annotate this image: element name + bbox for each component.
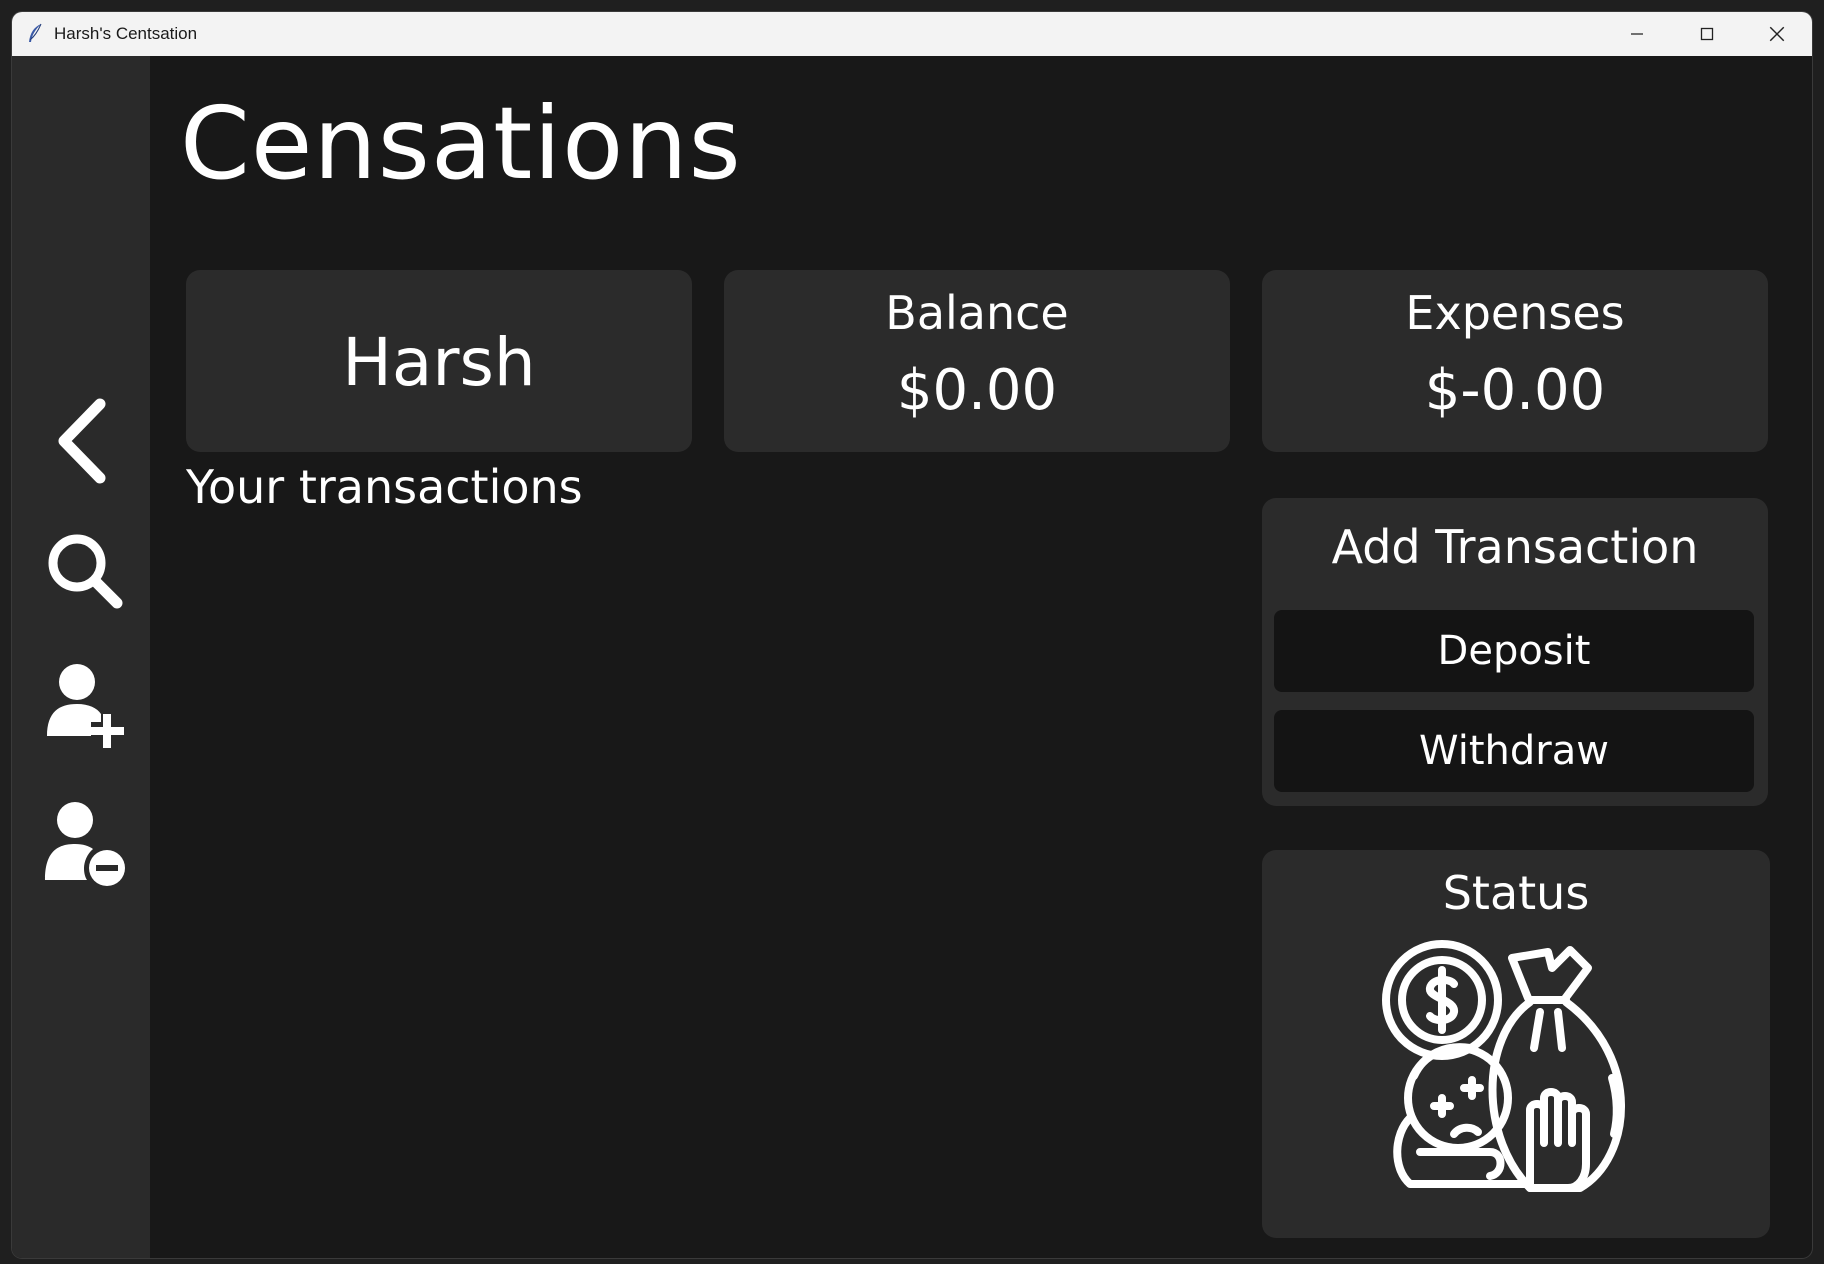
add-user-button[interactable] [40, 662, 130, 752]
transactions-label: Your transactions [186, 460, 583, 514]
expenses-card: Expenses $-0.00 [1262, 270, 1768, 452]
search-icon [48, 534, 123, 609]
back-button[interactable] [40, 396, 130, 486]
broke-person-money-bag-icon [1380, 938, 1650, 1217]
title-bar: Harsh's Centsation [12, 12, 1812, 56]
balance-label: Balance [885, 286, 1069, 340]
maximize-button[interactable] [1672, 12, 1742, 56]
maximize-icon [1700, 27, 1714, 41]
page-title: Censations [180, 85, 742, 202]
search-button[interactable] [40, 526, 130, 616]
user-minus-icon [45, 802, 125, 886]
transactions-list [186, 526, 1226, 1226]
main-content: Censations Harsh Balance $0.00 Expenses … [150, 56, 1812, 1258]
expenses-value: $-0.00 [1424, 358, 1606, 423]
sidebar [12, 56, 150, 1258]
close-icon [1769, 26, 1785, 42]
app-window: Harsh's Centsation Censations Harsh Bala… [12, 12, 1812, 1258]
expenses-label: Expenses [1405, 286, 1625, 340]
deposit-button[interactable]: Deposit [1274, 610, 1754, 692]
user-plus-icon [47, 664, 124, 748]
chevron-left-icon [58, 398, 106, 484]
balance-value: $0.00 [896, 358, 1058, 423]
withdraw-button[interactable]: Withdraw [1274, 710, 1754, 792]
balance-card: Balance $0.00 [724, 270, 1230, 452]
add-transaction-title: Add Transaction [1331, 520, 1699, 574]
minimize-icon [1631, 33, 1643, 35]
status-title: Status [1442, 866, 1590, 920]
window-controls [1602, 12, 1812, 56]
user-name: Harsh [342, 324, 536, 401]
minimize-button[interactable] [1602, 12, 1672, 56]
feather-icon [26, 23, 44, 45]
close-button[interactable] [1742, 12, 1812, 56]
remove-user-button[interactable] [40, 800, 130, 890]
status-card: Status [1262, 850, 1770, 1238]
window-title: Harsh's Centsation [54, 24, 198, 43]
add-transaction-card: Add Transaction Deposit Withdraw [1262, 498, 1768, 806]
user-card: Harsh [186, 270, 692, 452]
